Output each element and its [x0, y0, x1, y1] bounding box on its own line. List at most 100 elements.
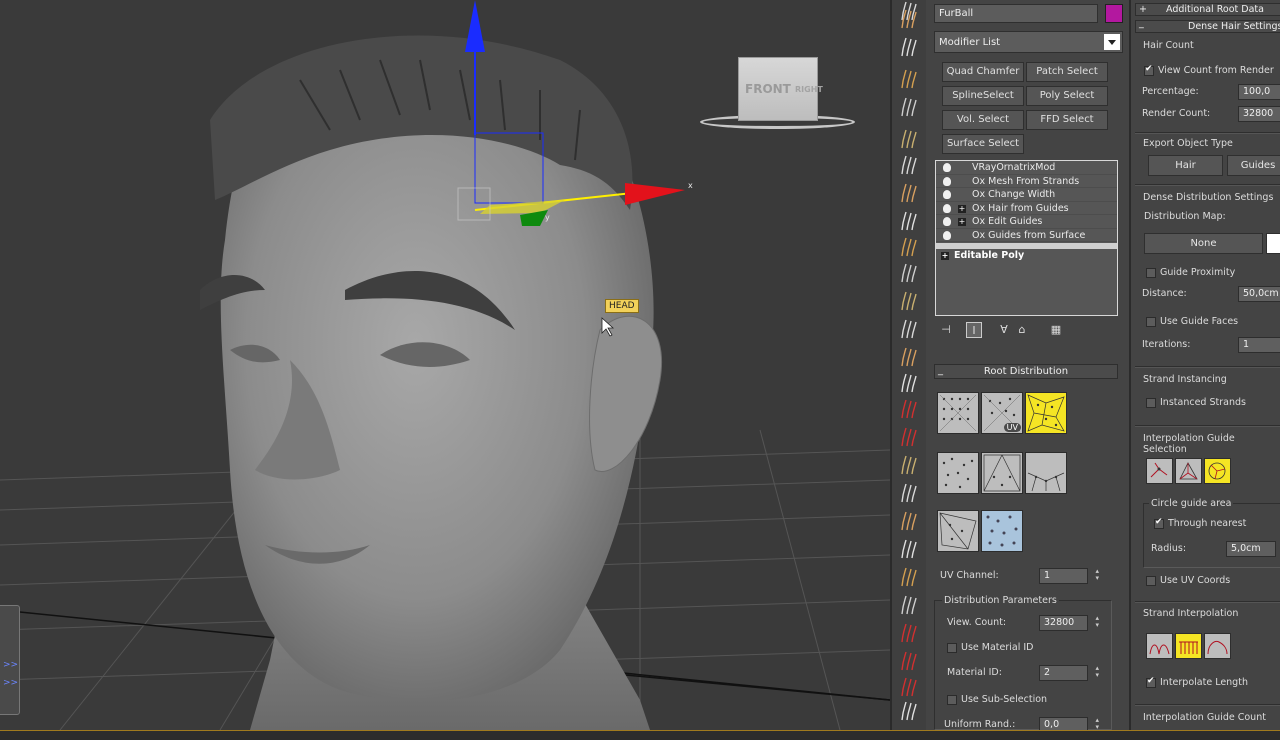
nav-expand-glyph[interactable]: >>	[3, 656, 19, 674]
viewcube[interactable]: FRONT RIGHT	[700, 55, 855, 135]
expand-icon[interactable]: +	[958, 204, 966, 213]
quad-chamfer-button[interactable]: Quad Chamfer	[942, 62, 1024, 82]
push-away-icon[interactable]	[898, 262, 922, 284]
viewcube-front-face[interactable]: FRONT	[745, 82, 791, 96]
radius-spinner[interactable]: 5,0cm	[1226, 541, 1276, 557]
dropdown-arrow-icon[interactable]	[1104, 34, 1120, 50]
curl-icon[interactable]	[898, 290, 922, 312]
configure-sets-icon[interactable]: ▦	[1048, 322, 1064, 338]
navigation-widget[interactable]: >> >>	[0, 605, 20, 715]
baked-hair-icon[interactable]	[898, 538, 922, 560]
random-face-distribution-button[interactable]	[1025, 392, 1067, 434]
circle-guide-button[interactable]	[1204, 458, 1231, 484]
expand-icon[interactable]: +	[1139, 4, 1147, 15]
vertex-distribution-button[interactable]	[1025, 452, 1067, 494]
stack-item[interactable]: Ox Guides from Surface	[936, 229, 1117, 242]
interpolate-length-checkbox[interactable]	[1146, 676, 1156, 688]
expand-icon[interactable]: +	[958, 218, 966, 226]
bulb-icon[interactable]	[943, 230, 951, 240]
interp-mode-1-button[interactable]	[1146, 633, 1173, 659]
collapse-icon[interactable]: _	[938, 364, 943, 377]
view-count-from-render-checkbox[interactable]	[1144, 64, 1154, 76]
stack-item[interactable]: + Ox Edit Guides	[936, 215, 1117, 229]
clump-icon[interactable]	[898, 210, 922, 232]
render-count-spinner[interactable]: 32800	[1238, 106, 1280, 122]
object-name-field[interactable]: FurBall	[934, 4, 1098, 23]
hair-export-button[interactable]: Hair	[1148, 155, 1223, 176]
interp-mode-3-button[interactable]	[1204, 633, 1231, 659]
random-area-distribution-button[interactable]	[937, 510, 979, 552]
viewcube-right-face[interactable]: RIGHT	[795, 85, 823, 94]
export-icon[interactable]	[898, 594, 922, 616]
hair-from-guides-icon[interactable]	[898, 96, 922, 118]
hair-sim-icon[interactable]	[898, 566, 922, 588]
expand-icon[interactable]: +	[941, 252, 949, 260]
gizmo-settings-icon[interactable]	[898, 8, 922, 30]
even-distribution-button[interactable]	[937, 392, 979, 434]
distance-spinner[interactable]: 50,0cm	[1238, 286, 1280, 302]
strand-propagation-icon[interactable]	[898, 482, 922, 504]
bulb-icon[interactable]	[943, 203, 951, 213]
use-material-id-checkbox[interactable]	[947, 643, 957, 653]
ffd-select-button[interactable]: FFD Select	[1026, 110, 1108, 130]
frizz-icon[interactable]	[898, 182, 922, 204]
use-uv-coords-checkbox[interactable]	[1146, 576, 1156, 586]
change-width-icon[interactable]	[898, 426, 922, 448]
bulb-icon[interactable]	[943, 190, 951, 199]
random-uniform-distribution-button[interactable]	[937, 452, 979, 494]
through-nearest-checkbox[interactable]	[1154, 517, 1164, 529]
bulb-icon[interactable]	[943, 176, 951, 186]
detail-icon[interactable]	[898, 700, 922, 722]
symmetry-icon[interactable]	[898, 650, 922, 672]
nearest-guide-button[interactable]	[1146, 458, 1173, 484]
collapse-icon[interactable]: _	[1139, 18, 1144, 29]
stack-base-object[interactable]: + Editable Poly	[936, 249, 1117, 263]
viewcube-cube[interactable]: FRONT RIGHT	[738, 57, 823, 121]
additional-root-data-rollout[interactable]: + Additional Root Data	[1135, 3, 1280, 16]
poly-select-button[interactable]: Poly Select	[1026, 86, 1108, 106]
uv-distribution-button[interactable]: UV	[981, 392, 1023, 434]
strand-groups-icon[interactable]	[898, 154, 922, 176]
edit-guides-icon[interactable]	[898, 128, 922, 150]
map-swatch[interactable]	[1266, 233, 1280, 254]
instanced-strands-checkbox[interactable]	[1146, 398, 1156, 408]
object-color-swatch[interactable]	[1105, 4, 1123, 23]
multiplier-icon[interactable]	[898, 398, 922, 420]
modifier-stack[interactable]: VRayOrnatrixMod Ox Mesh From Strands Ox …	[935, 160, 1118, 316]
uv-channel-spinner[interactable]: 1	[1039, 568, 1099, 584]
guides-from-surface-icon[interactable]	[898, 68, 922, 90]
map-distribution-button[interactable]	[981, 510, 1023, 552]
interp-mode-2-button[interactable]	[1175, 633, 1202, 659]
use-guide-faces-checkbox[interactable]	[1146, 317, 1156, 327]
render-settings-icon[interactable]	[898, 510, 922, 532]
view-count-spinner[interactable]: 32800	[1039, 615, 1099, 631]
distribution-map-none-button[interactable]: None	[1144, 233, 1263, 254]
stack-item[interactable]: + Ox Hair from Guides	[936, 202, 1117, 215]
nav-expand-glyph[interactable]: >>	[3, 674, 19, 692]
material-id-spinner[interactable]: 2	[1039, 665, 1099, 681]
patch-select-button[interactable]: Patch Select	[1026, 62, 1108, 82]
ground-strands-icon[interactable]	[898, 622, 922, 644]
modifier-list-dropdown[interactable]: Modifier List	[934, 31, 1123, 53]
percentage-spinner[interactable]: 100,0	[1238, 84, 1280, 100]
root-distribution-rollout[interactable]: _ Root Distribution	[934, 364, 1118, 379]
stack-item[interactable]: VRayOrnatrixMod	[936, 161, 1117, 175]
filter-icon[interactable]	[898, 676, 922, 698]
show-end-result-icon[interactable]: I	[966, 322, 982, 338]
guides-export-button[interactable]: Guides	[1227, 155, 1280, 176]
remove-modifier-icon[interactable]: ⌂	[1014, 322, 1030, 338]
face-center-distribution-button[interactable]	[981, 452, 1023, 494]
spline-select-button[interactable]: SplineSelect	[942, 86, 1024, 106]
rotate-icon[interactable]	[898, 372, 922, 394]
stack-item[interactable]: Ox Change Width	[936, 188, 1117, 202]
3d-viewport[interactable]: x y HEAD FRONT RIGHT >> >>	[0, 0, 890, 730]
make-unique-icon[interactable]: ∀	[996, 322, 1012, 338]
surface-select-button[interactable]: Surface Select	[942, 134, 1024, 154]
pin-stack-icon[interactable]: ⊣	[938, 322, 954, 338]
dense-hair-settings-rollout[interactable]: _ Dense Hair Settings	[1135, 18, 1280, 33]
stack-item[interactable]: Ox Mesh From Strands	[936, 175, 1117, 188]
hair-brush-icon[interactable]	[898, 36, 922, 58]
iterations-spinner[interactable]: 1	[1238, 337, 1280, 353]
barycentric-guide-button[interactable]	[1175, 458, 1202, 484]
bulb-icon[interactable]	[943, 163, 951, 172]
